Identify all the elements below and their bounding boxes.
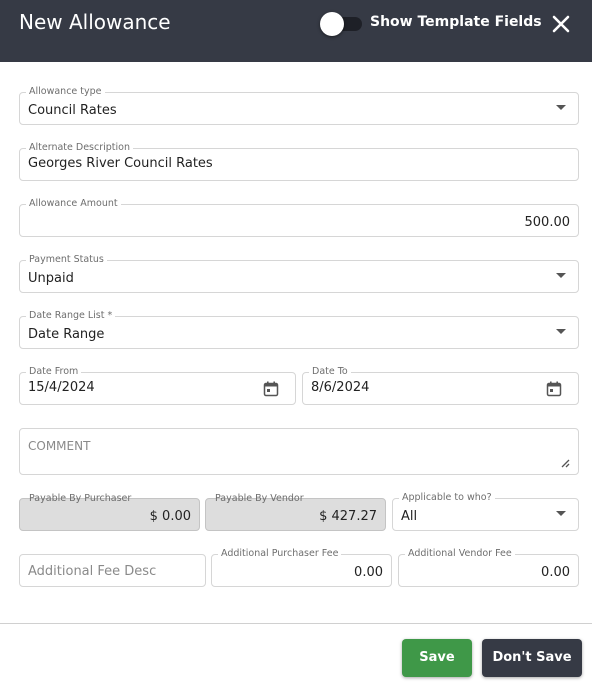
allowance-amount-label: Allowance Amount: [26, 198, 121, 210]
additional-purchaser-fee-label: Additional Purchaser Fee: [218, 548, 342, 560]
additional-vendor-fee-value: 0.00: [541, 565, 570, 580]
applicable-to-select[interactable]: Applicable to who? All: [392, 492, 579, 531]
save-button[interactable]: Save: [402, 639, 472, 677]
date-range-list-select[interactable]: Date Range List * Date Range: [19, 310, 579, 349]
comment-placeholder: COMMENT: [28, 439, 91, 453]
allowance-amount-field[interactable]: Allowance Amount 500.00: [19, 198, 579, 237]
date-to-value: 8/6/2024: [311, 380, 370, 395]
date-from-value: 15/4/2024: [28, 380, 95, 395]
payable-by-vendor-value: $ 427.27: [319, 509, 377, 524]
dont-save-button[interactable]: Don't Save: [482, 639, 582, 677]
show-template-fields-toggle[interactable]: [320, 12, 362, 36]
dialog-title: New Allowance: [19, 10, 171, 34]
allowance-type-select[interactable]: Allowance type Council Rates: [19, 86, 579, 125]
show-template-fields-label[interactable]: Show Template Fields: [370, 14, 542, 30]
alternate-description-value: Georges River Council Rates: [28, 156, 213, 171]
date-from-field[interactable]: Date From 15/4/2024: [19, 366, 296, 405]
additional-vendor-fee-field[interactable]: Additional Vendor Fee 0.00: [398, 548, 579, 587]
allowance-amount-value: 500.00: [524, 215, 571, 230]
payable-by-vendor-field: Payable By Vendor $ 427.27: [205, 493, 386, 531]
date-to-field[interactable]: Date To 8/6/2024: [302, 366, 579, 405]
date-range-list-value: Date Range: [28, 327, 105, 342]
additional-vendor-fee-label: Additional Vendor Fee: [405, 548, 515, 560]
chevron-down-icon: [556, 273, 566, 278]
additional-purchaser-fee-value: 0.00: [354, 565, 383, 580]
toggle-knob: [320, 12, 344, 36]
additional-purchaser-fee-field[interactable]: Additional Purchaser Fee 0.00: [211, 548, 392, 587]
calendar-icon[interactable]: [546, 381, 562, 397]
date-from-label: Date From: [26, 366, 82, 378]
payment-status-label: Payment Status: [26, 254, 107, 266]
payable-by-purchaser-value: $ 0.00: [149, 509, 191, 524]
date-to-label: Date To: [309, 366, 351, 378]
chevron-down-icon: [556, 105, 566, 110]
alternate-description-field[interactable]: Alternate Description Georges River Coun…: [19, 142, 579, 181]
close-icon: [552, 15, 570, 33]
additional-fee-desc-field[interactable]: Additional Fee Desc: [19, 554, 206, 587]
comment-textarea[interactable]: COMMENT: [19, 428, 579, 475]
calendar-icon[interactable]: [263, 381, 279, 397]
payable-by-vendor-label: Payable By Vendor: [215, 493, 304, 504]
alternate-description-label: Alternate Description: [26, 142, 133, 154]
chevron-down-icon: [556, 329, 566, 334]
allowance-type-label: Allowance type: [26, 86, 105, 98]
applicable-to-label: Applicable to who?: [399, 492, 495, 504]
chevron-down-icon: [556, 511, 566, 516]
date-range-list-label: Date Range List *: [26, 310, 116, 322]
allowance-type-value: Council Rates: [28, 103, 117, 118]
payment-status-select[interactable]: Payment Status Unpaid: [19, 254, 579, 293]
dialog-header: New Allowance Show Template Fields: [0, 0, 592, 62]
payment-status-value: Unpaid: [28, 271, 74, 286]
payable-by-purchaser-label: Payable By Purchaser: [29, 493, 132, 504]
payable-by-purchaser-field: Payable By Purchaser $ 0.00: [19, 493, 200, 531]
close-button[interactable]: [549, 12, 573, 36]
resize-handle-icon[interactable]: [560, 458, 570, 468]
footer-divider: [0, 623, 592, 624]
additional-fee-desc-placeholder: Additional Fee Desc: [28, 564, 157, 579]
applicable-to-value: All: [401, 509, 418, 524]
